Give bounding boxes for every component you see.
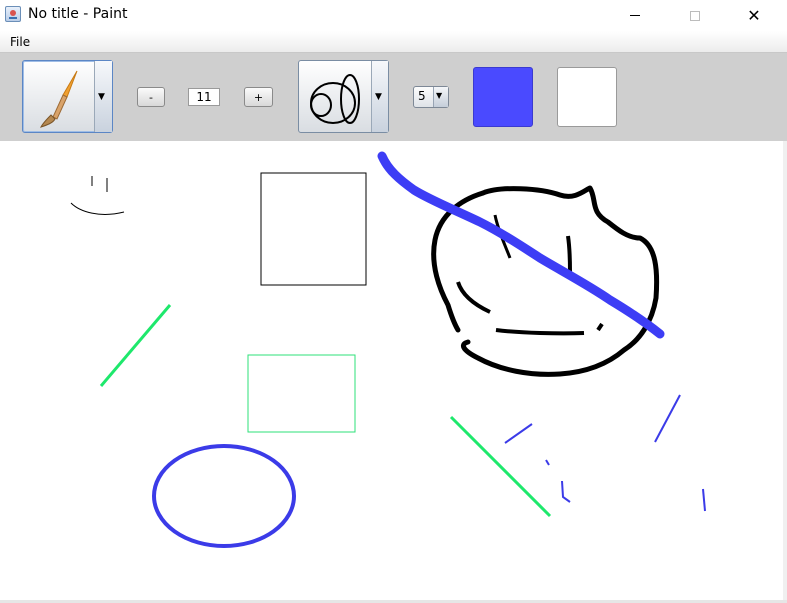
blue-small-line-3 [561,480,571,503]
title-bar: No title - Paint ✕ [0,0,787,31]
menu-file[interactable]: File [10,35,30,49]
black-freehand-inner-2 [495,328,585,336]
shape-selector-dropdown[interactable]: ▼ [298,60,389,133]
green-line-left [99,304,172,387]
minimize-icon [630,15,640,16]
window-title: No title - Paint [28,6,128,22]
shape-dropdown-arrow[interactable]: ▼ [371,61,388,132]
green-line-right [449,415,552,518]
black-freehand-dot [596,322,604,332]
blue-small-line-1 [504,423,533,444]
chevron-down-icon: ▼ [98,91,105,102]
stroke-width-value: 5 [418,89,426,103]
tool-dropdown-arrow[interactable]: ▼ [94,61,112,132]
maximize-icon [690,10,700,21]
stroke-mouth [70,202,125,215]
green-rectangle [247,354,356,433]
close-icon: ✕ [747,6,761,25]
menu-bar: File [0,31,787,53]
decrease-size-button[interactable]: - [137,87,165,107]
stroke-width-dropdown-arrow[interactable]: ▼ [433,87,448,107]
java-app-icon [5,6,21,22]
minimize-button[interactable] [612,0,658,31]
blue-small-line-2 [545,459,550,466]
paintbrush-icon [40,70,78,128]
chevron-down-icon: ▼ [375,91,382,102]
black-freehand-inner-3 [566,235,572,273]
blue-ellipse [152,444,296,548]
black-freehand-inner-1 [456,281,491,314]
brush-size-field[interactable]: 11 [188,88,220,106]
toolbar: ▼ - 11 + ▼ 5 ▼ [0,53,787,141]
black-rectangle [260,172,367,286]
blue-small-line-4 [654,394,681,443]
blue-small-line-5 [702,488,706,512]
shapes-icon [310,74,360,124]
primary-color-swatch[interactable] [473,67,533,127]
black-freehand-outline [461,185,660,377]
window-right-border [783,141,787,603]
stroke-width-select[interactable]: 5 ▼ [413,86,449,108]
drawing-canvas[interactable] [0,141,783,600]
increase-size-button[interactable]: + [244,87,273,107]
close-button[interactable]: ✕ [731,0,777,31]
tool-selector-dropdown[interactable]: ▼ [22,60,113,133]
chevron-down-icon: ▼ [436,91,443,100]
maximize-button[interactable] [672,0,718,31]
blue-brush-stroke [377,151,665,339]
secondary-color-swatch[interactable] [557,67,617,127]
canvas-drawing [70,151,706,548]
